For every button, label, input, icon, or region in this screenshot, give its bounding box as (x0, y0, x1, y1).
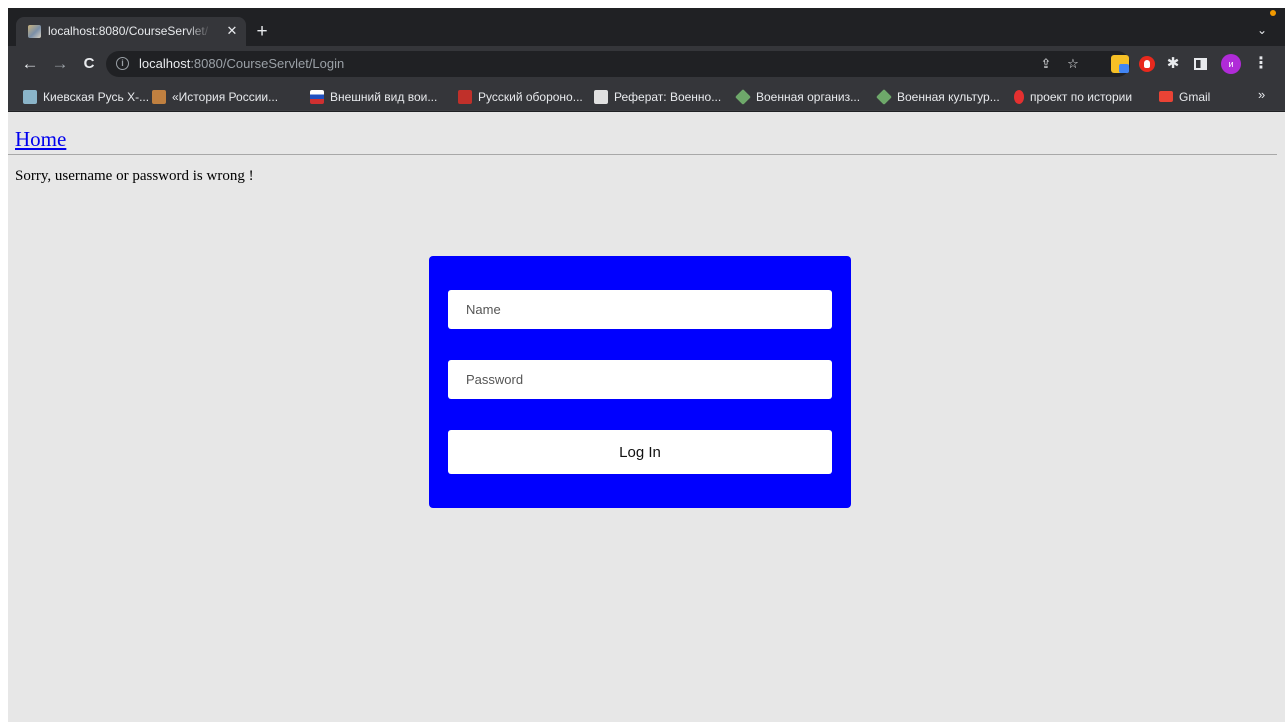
gmail-icon (1159, 91, 1173, 102)
browser-window: localhost:8080/CourseServlet/ ✕ + ⌄ ← → … (8, 8, 1285, 722)
tab-title: localhost:8080/CourseServlet/ (48, 24, 208, 38)
side-panel-icon[interactable] (1194, 58, 1207, 70)
login-button[interactable]: Log In (448, 430, 832, 474)
forward-icon[interactable]: → (48, 51, 72, 77)
home-link[interactable]: Home (15, 127, 66, 152)
extensions-puzzle-icon[interactable]: ✱ (1163, 54, 1183, 74)
extension-badge (1119, 64, 1129, 73)
bookmarks-overflow-icon[interactable]: » (1258, 87, 1265, 102)
bookmark-favicon-icon (735, 88, 751, 105)
share-icon[interactable]: ⇪ (1037, 55, 1055, 73)
bookmark-favicon-icon (594, 89, 608, 104)
extension-red-icon[interactable] (1139, 56, 1155, 72)
close-tab-icon[interactable]: ✕ (224, 22, 240, 40)
url-path: :8080/CourseServlet/Login (190, 56, 345, 71)
bookmark-label: Военная культур... (897, 89, 1000, 104)
bookmark-favicon-icon (23, 89, 37, 104)
bookmark-star-icon[interactable]: ☆ (1064, 55, 1082, 73)
browser-toolbar: ← → C i localhost:8080/CourseServlet/Log… (8, 46, 1285, 82)
bookmark-item[interactable]: Военная организ... (735, 82, 861, 111)
notification-dot (1270, 10, 1276, 16)
bookmark-favicon-icon (458, 89, 472, 104)
extension-yellow-icon[interactable] (1111, 55, 1129, 73)
bookmark-item[interactable]: проект по истории (1014, 82, 1132, 111)
new-tab-button[interactable]: + (251, 21, 273, 43)
bookmark-label: Реферат: Военно... (614, 89, 722, 104)
tab-title-fade (186, 21, 212, 43)
bookmark-item[interactable]: Внешний вид вои... (310, 82, 437, 111)
bookmark-label: Внешний вид вои... (330, 89, 438, 104)
url-host: localhost (139, 56, 191, 71)
bookmark-label: Киевская Русь X-... (43, 89, 150, 104)
bookmark-favicon-icon (310, 89, 324, 104)
bookmark-label: Gmail (1179, 89, 1211, 104)
tab-search-icon[interactable]: ⌄ (1252, 20, 1272, 40)
bookmark-favicon-icon (152, 89, 166, 104)
bookmark-item[interactable]: Киевская Русь X-... (23, 82, 149, 111)
browser-menu-icon[interactable]: ⋮ (1253, 54, 1269, 74)
header-divider (8, 154, 1277, 155)
bookmarks-bar: Киевская Русь X-... «История России... В… (8, 82, 1285, 111)
bookmark-label: Русский обороно... (478, 89, 583, 104)
bookmark-label: Военная организ... (756, 89, 861, 104)
site-info-icon[interactable]: i (116, 57, 129, 70)
page-viewport: Home Sorry, username or password is wron… (8, 112, 1285, 722)
tab-active[interactable]: localhost:8080/CourseServlet/ ✕ (16, 17, 246, 46)
bookmark-item[interactable]: Военная культур... (876, 82, 1000, 111)
name-input[interactable] (448, 290, 832, 329)
error-message: Sorry, username or password is wrong ! (15, 168, 254, 184)
back-icon[interactable]: ← (18, 51, 42, 77)
bookmark-favicon-icon (876, 88, 892, 105)
tab-strip: localhost:8080/CourseServlet/ ✕ + ⌄ (8, 8, 1285, 46)
password-input[interactable] (448, 360, 832, 399)
bookmark-favicon-icon (1014, 89, 1024, 104)
profile-avatar[interactable]: и (1221, 54, 1241, 74)
course-favicon-icon (28, 25, 41, 38)
reload-icon[interactable]: C (77, 51, 101, 77)
bookmark-item[interactable]: Gmail (1159, 82, 1210, 111)
bookmark-item[interactable]: Реферат: Военно... (594, 82, 721, 111)
bookmark-item[interactable]: «История России... (152, 82, 278, 111)
login-form: Log In (429, 256, 851, 508)
bookmark-label: проект по истории (1030, 89, 1133, 104)
address-bar[interactable]: i localhost:8080/CourseServlet/Login ⇪ ☆ (106, 51, 1130, 77)
url-text: localhost:8080/CourseServlet/Login (139, 56, 344, 71)
bookmark-label: «История России... (172, 89, 279, 104)
bookmark-item[interactable]: Русский обороно... (458, 82, 583, 111)
